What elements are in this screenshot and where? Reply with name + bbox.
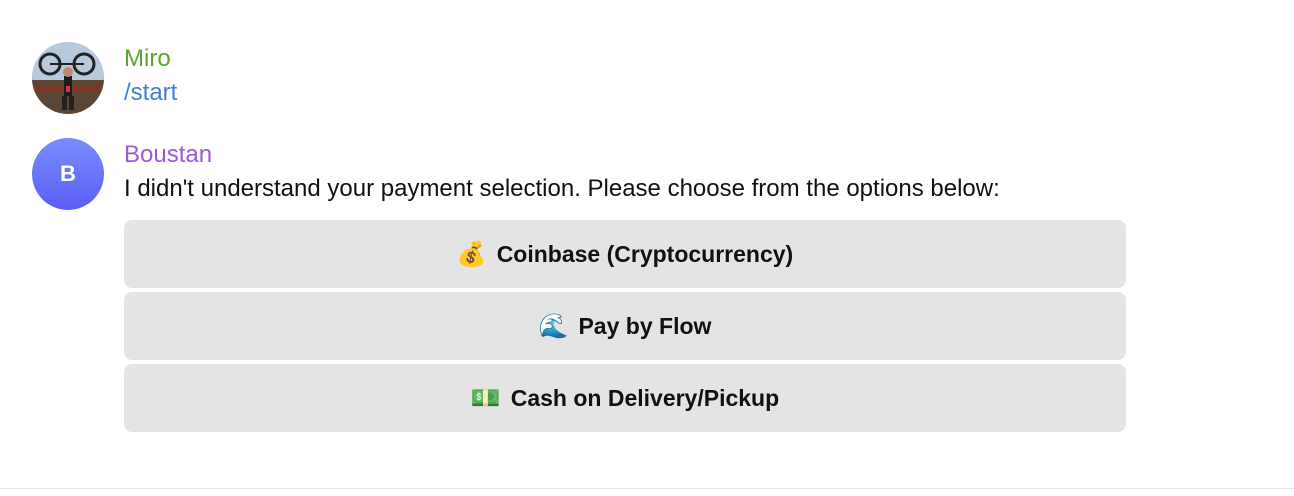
sender-name[interactable]: Miro bbox=[124, 44, 177, 74]
avatar[interactable]: B bbox=[32, 138, 104, 210]
message-body: Boustan I didn't understand your payment… bbox=[124, 138, 1000, 205]
avatar[interactable] bbox=[32, 42, 104, 114]
cash-on-delivery-button[interactable]: 💵 Cash on Delivery/Pickup bbox=[124, 364, 1126, 432]
pay-by-flow-button[interactable]: 🌊 Pay by Flow bbox=[124, 292, 1126, 360]
chat-view: Miro /start B Boustan I didn't understan… bbox=[0, 0, 1294, 496]
message-body: Miro /start bbox=[124, 42, 177, 109]
message-miro: Miro /start bbox=[32, 42, 177, 114]
coinbase-button[interactable]: 💰 Coinbase (Cryptocurrency) bbox=[124, 220, 1126, 288]
inline-keyboard: 💰 Coinbase (Cryptocurrency) 🌊 Pay by Flo… bbox=[124, 220, 1126, 436]
divider bbox=[0, 488, 1294, 489]
sender-name[interactable]: Boustan bbox=[124, 140, 1000, 170]
avatar-letter: B bbox=[60, 161, 76, 186]
button-label: Pay by Flow bbox=[578, 312, 712, 339]
command-text[interactable]: /start bbox=[124, 77, 177, 109]
user-photo bbox=[32, 42, 104, 114]
wave-icon: 🌊 bbox=[538, 312, 569, 340]
button-label: Coinbase (Cryptocurrency) bbox=[496, 240, 794, 267]
message-text: I didn't understand your payment selecti… bbox=[124, 175, 1000, 202]
banknote-icon: 💵 bbox=[470, 384, 501, 412]
button-label: Cash on Delivery/Pickup bbox=[510, 384, 780, 411]
money-bag-icon: 💰 bbox=[456, 240, 487, 268]
message-boustan: B Boustan I didn't understand your payme… bbox=[32, 138, 1000, 210]
